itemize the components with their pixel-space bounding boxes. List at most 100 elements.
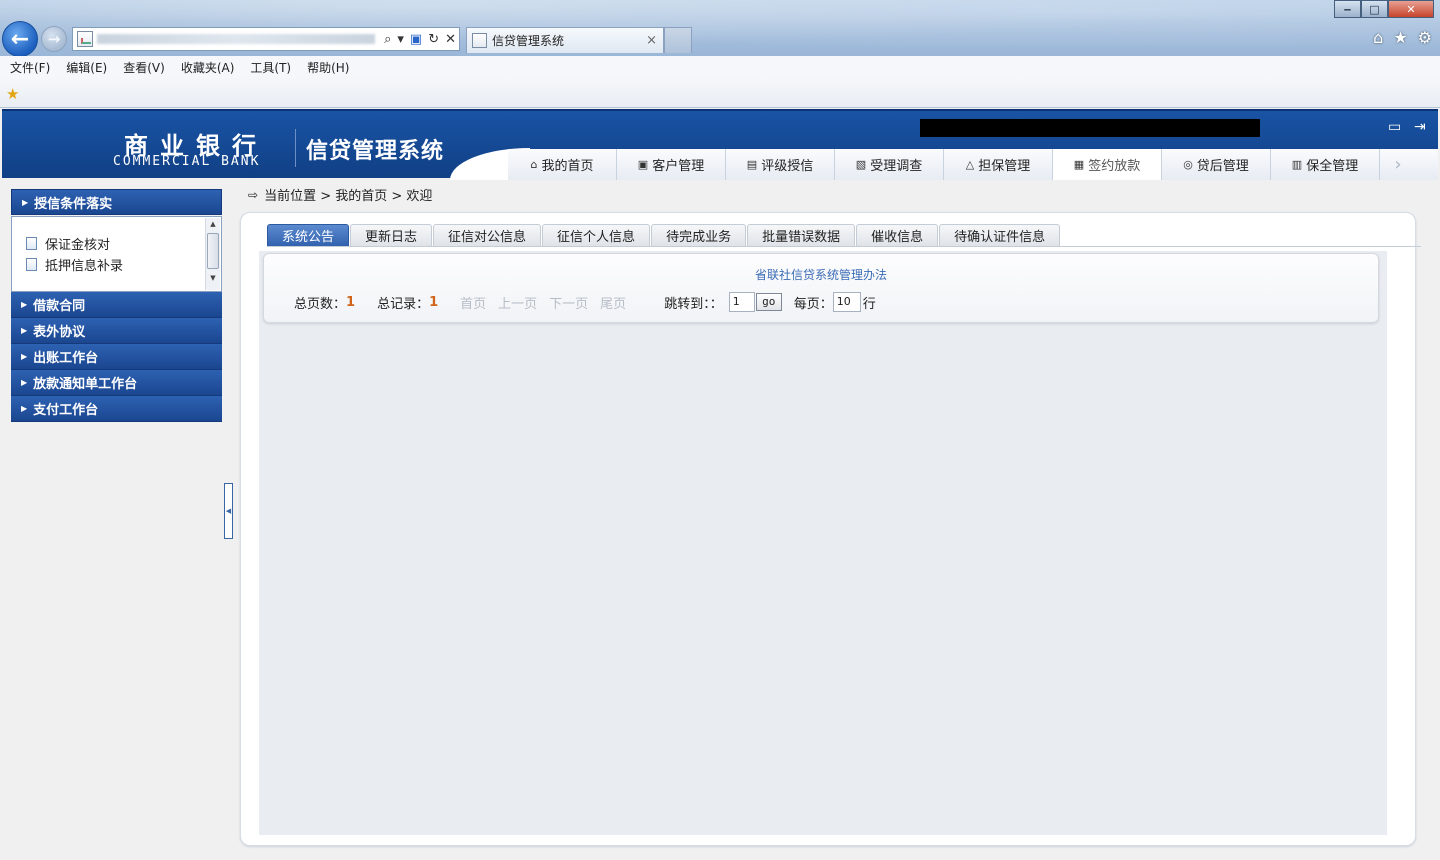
redacted-user-info — [920, 119, 1260, 137]
tab-pending-id-confirm[interactable]: 待确认证件信息 — [939, 224, 1061, 246]
nav-scroll-right-icon[interactable]: › — [1380, 149, 1416, 180]
last-page-link[interactable]: 尾页 — [600, 293, 626, 312]
app-root: 商业银行 COMMERCIAL BANK 信贷管理系统 ▭ ⇥ ⌂ 我的首页 ▣ 客… — [0, 109, 1440, 860]
scroll-up-icon[interactable]: ▲ — [206, 218, 220, 230]
menu-favorites[interactable]: 收藏夹(A) — [181, 59, 235, 76]
address-url-blurred[interactable] — [97, 34, 376, 44]
nav-post-loan[interactable]: ◎ 贷后管理 — [1162, 149, 1271, 180]
tab-batch-errors[interactable]: 批量错误数据 — [747, 224, 856, 246]
sidebar-item-disbursement-desk[interactable]: ▶ 出账工作台 — [11, 344, 222, 370]
nav-survey[interactable]: ▧ 受理调查 — [835, 149, 944, 180]
nav-label: 评级授信 — [761, 159, 814, 174]
menu-help[interactable]: 帮助(H) — [307, 59, 349, 76]
expand-arrow-icon: ▶ — [21, 326, 28, 335]
scroll-thumb[interactable] — [207, 233, 219, 269]
per-page-input[interactable]: 10 — [832, 292, 861, 312]
back-arrow-icon[interactable]: ← — [2, 21, 38, 57]
sidebar-item-loan-notice-desk[interactable]: ▶ 放款通知单工作台 — [11, 370, 222, 396]
jump-page-input[interactable]: 1 — [728, 292, 755, 312]
dropdown-icon[interactable]: ▾ — [397, 32, 404, 47]
go-button[interactable]: go — [755, 293, 782, 311]
sidebar-section-credit-conditions[interactable]: ▶ 授信条件落实 — [11, 189, 222, 215]
tab-favicon-icon — [472, 33, 487, 48]
sidebar-section-label: 放款通知单工作台 — [33, 377, 138, 392]
tab-update-log[interactable]: 更新日志 — [350, 224, 433, 246]
expand-arrow-icon: ▶ — [21, 404, 28, 413]
tab-corporate-credit[interactable]: 征信对公信息 — [433, 224, 542, 246]
page-favicon-icon — [77, 31, 93, 47]
menu-file[interactable]: 文件(F) — [10, 59, 50, 76]
browser-titlebar: ← → ⌕ ▾ ▣ ↻ ✕ 信贷管理系统 × ‒ □ ✕ ⌂ ★ ⚙ — [0, 0, 1440, 57]
tab-personal-credit[interactable]: 征信个人信息 — [542, 224, 651, 246]
survey-icon: ▧ — [855, 158, 867, 171]
tab-pending-business[interactable]: 待完成业务 — [651, 224, 747, 246]
browser-tab[interactable]: 信贷管理系统 × — [466, 27, 664, 53]
document-icon — [26, 258, 37, 271]
sidebar-item-mortgage-supplement[interactable]: 抵押信息补录 — [26, 254, 221, 275]
browser-tool-icons: ⌂ ★ ⚙ — [1373, 28, 1432, 47]
nav-rating-credit[interactable]: ▤ 评级授信 — [726, 149, 835, 180]
close-window-button[interactable]: ✕ — [1388, 0, 1434, 18]
sidebar-item-label: 抵押信息补录 — [45, 259, 124, 274]
sidebar-item-off-balance[interactable]: ▶ 表外协议 — [11, 318, 222, 344]
expand-arrow-icon: ▶ — [21, 300, 28, 309]
total-pages-label: 总页数： — [294, 296, 347, 312]
top-nav: ⌂ 我的首页 ▣ 客户管理 ▤ 评级授信 ▧ 受理调查 △ 担保管理 ▦ 签约放款 ◎ 贷后管… — [508, 149, 1438, 180]
sidebar-section-label: 表外协议 — [33, 325, 86, 340]
stop-icon[interactable]: ✕ — [445, 32, 456, 47]
first-page-link[interactable]: 首页 — [460, 293, 486, 312]
nav-label: 我的首页 — [541, 159, 594, 174]
nav-label: 签约放款 — [1088, 159, 1141, 174]
location-icon: ⇨ — [248, 187, 259, 202]
search-icon[interactable]: ⌕ — [384, 32, 391, 47]
sidebar-item-loan-contract[interactable]: ▶ 借款合同 — [11, 292, 222, 318]
nav-my-home[interactable]: ⌂ 我的首页 — [508, 149, 617, 180]
favorites-star-icon[interactable]: ★ — [1393, 28, 1407, 47]
next-page-link[interactable]: 下一页 — [549, 293, 588, 312]
add-favorite-star-icon[interactable]: ★ — [6, 85, 19, 103]
preservation-icon: ▥ — [1291, 158, 1303, 171]
forward-arrow-icon[interactable]: → — [41, 26, 67, 52]
scroll-down-icon[interactable]: ▼ — [206, 272, 220, 284]
minimize-button[interactable]: ‒ — [1334, 0, 1361, 18]
gear-icon[interactable]: ⚙ — [1418, 28, 1432, 47]
menu-tools[interactable]: 工具(T) — [250, 59, 291, 76]
tab-close-icon[interactable]: × — [646, 33, 657, 48]
jump-label: 跳转到：： — [664, 296, 723, 312]
nav-contract-loan[interactable]: ▦ 签约放款 — [1053, 149, 1162, 180]
home-icon[interactable]: ⌂ — [1373, 28, 1383, 47]
tab-system-notice[interactable]: 系统公告 — [267, 224, 350, 246]
sidebar-collapse-handle[interactable]: ◀ — [224, 483, 233, 539]
menu-edit[interactable]: 编辑(E) — [66, 59, 107, 76]
tab-collection-info[interactable]: 催收信息 — [856, 224, 939, 246]
nav-label: 受理调查 — [870, 159, 923, 174]
address-bar[interactable]: ⌕ ▾ ▣ ↻ ✕ — [72, 27, 460, 51]
sidebar-section-label: 借款合同 — [33, 299, 86, 314]
maximize-button[interactable]: □ — [1361, 0, 1388, 18]
contract-icon: ▦ — [1073, 158, 1085, 171]
sidebar-item-deposit-check[interactable]: 保证金核对 — [26, 233, 221, 254]
breadcrumb: ⇨ 当前位置 > 我的首页 > 欢迎 — [248, 185, 432, 205]
nav-preservation[interactable]: ▥ 保全管理 — [1271, 149, 1380, 180]
monitor-icon[interactable]: ▭ — [1388, 119, 1401, 135]
total-records-label: 总记录： — [377, 296, 430, 312]
new-tab-button[interactable] — [664, 27, 692, 53]
rows-suffix: 行 — [862, 296, 876, 312]
logout-icon[interactable]: ⇥ — [1414, 119, 1426, 135]
nav-guarantee[interactable]: △ 担保管理 — [944, 149, 1053, 180]
sidebar-scrollbar[interactable]: ▲ ▼ — [205, 218, 220, 290]
refresh-icon[interactable]: ↻ — [428, 32, 439, 47]
app-header: 商业银行 COMMERCIAL BANK 信贷管理系统 ▭ ⇥ ⌂ 我的首页 ▣ 客… — [2, 109, 1438, 180]
nav-customer-management[interactable]: ▣ 客户管理 — [617, 149, 726, 180]
prev-page-link[interactable]: 上一页 — [498, 293, 537, 312]
expand-arrow-icon: ▶ — [21, 352, 28, 361]
window-controls: ‒ □ ✕ — [1334, 0, 1434, 18]
total-records-value: 1 — [429, 294, 439, 310]
menu-view[interactable]: 查看(V) — [123, 59, 165, 76]
notice-title-link[interactable]: 省联社信贷系统管理办法 — [264, 266, 1378, 283]
compat-view-icon[interactable]: ▣ — [410, 32, 422, 47]
per-page-label: 每页： — [793, 296, 833, 312]
tab-underline — [267, 246, 1421, 247]
sidebar-section-label: 支付工作台 — [33, 403, 99, 418]
sidebar-item-payment-desk[interactable]: ▶ 支付工作台 — [11, 396, 222, 422]
